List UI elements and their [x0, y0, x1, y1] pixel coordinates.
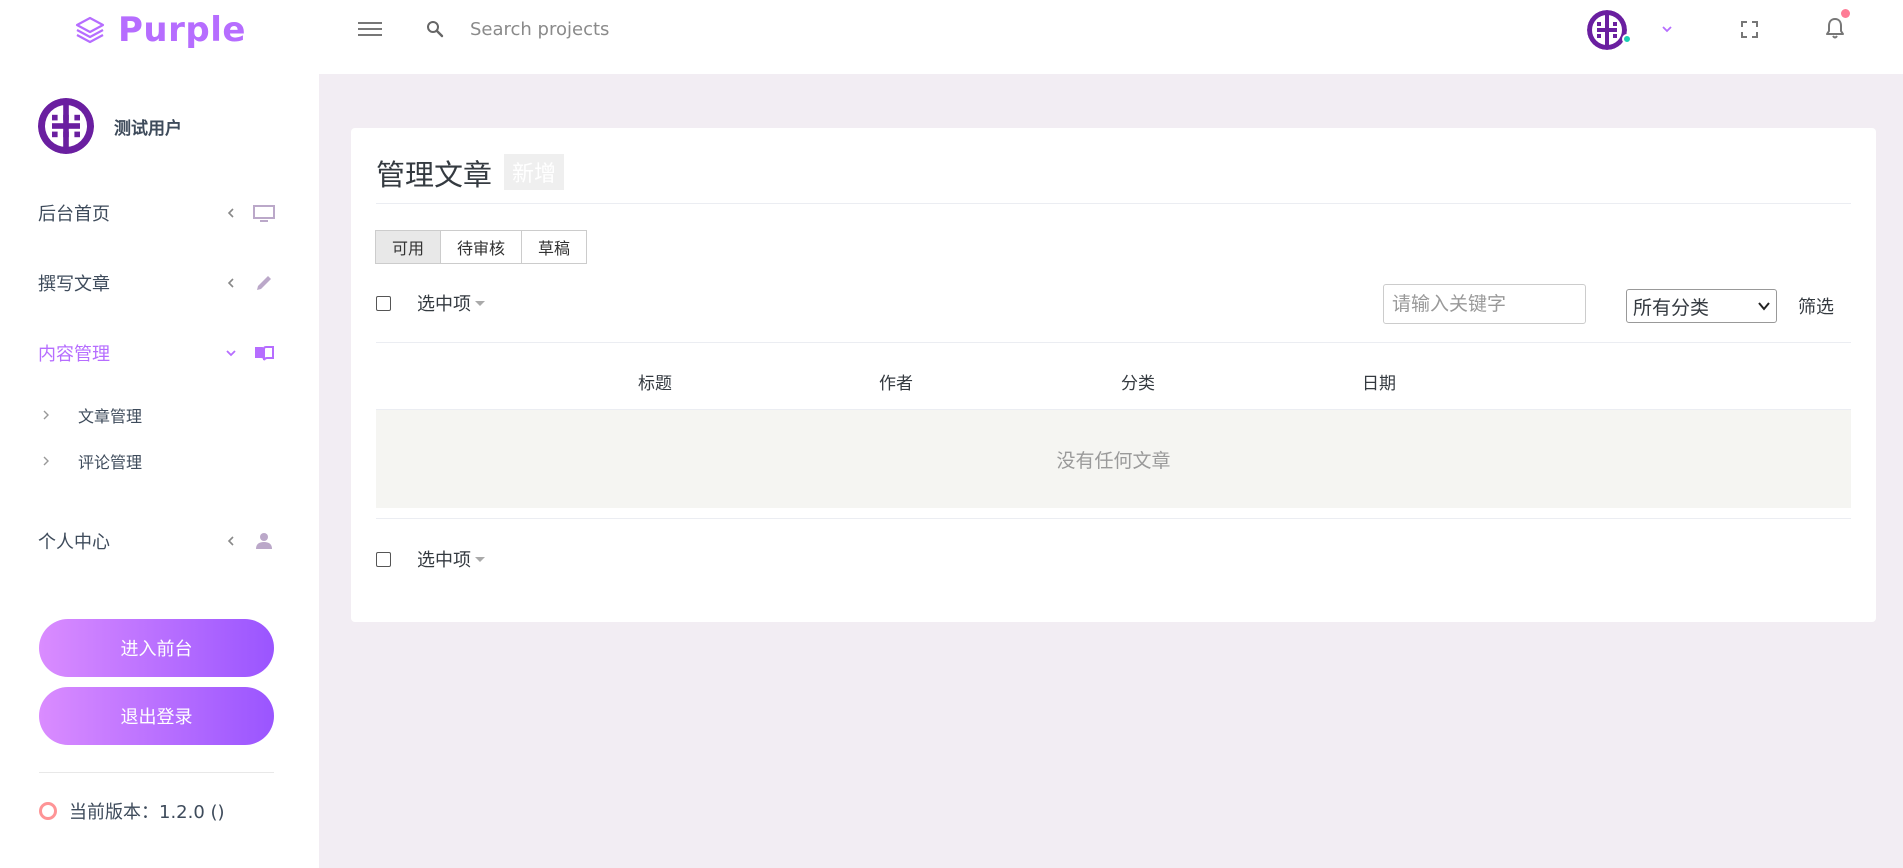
search-icon: [427, 21, 444, 38]
layers-icon: [75, 16, 105, 44]
category-select[interactable]: 所有分类: [1626, 289, 1777, 323]
tab-pending[interactable]: 待审核: [440, 230, 523, 264]
chevron-down-icon[interactable]: [1660, 22, 1674, 36]
bulk-actions-bottom: 选中项: [376, 546, 485, 572]
sidebar-subitem-label: 评论管理: [78, 453, 143, 472]
chevron-left-icon: [227, 536, 234, 546]
column-header-date[interactable]: 日期: [1362, 369, 1396, 394]
sidebar-subitem-comments[interactable]: 评论管理: [42, 449, 142, 473]
divider: [39, 772, 274, 773]
selected-items-dropdown[interactable]: 选中项: [417, 546, 485, 572]
sidebar-item-label: 个人中心: [38, 532, 110, 553]
keyword-input[interactable]: [1383, 284, 1586, 324]
sidebar-profile[interactable]: 测试用户: [38, 98, 182, 154]
notification-badge: [1841, 9, 1850, 18]
brand-logo[interactable]: Purple: [74, 10, 246, 50]
tab-draft[interactable]: 草稿: [521, 230, 588, 264]
selected-items-label: 选中项: [417, 294, 471, 315]
sidebar-item-dashboard[interactable]: 后台首页: [38, 198, 275, 228]
version-text: 当前版本：1.2.0 (): [69, 802, 225, 823]
column-header-author[interactable]: 作者: [879, 369, 913, 394]
logout-button[interactable]: 退出登录: [39, 687, 274, 745]
divider: [376, 518, 1851, 519]
bell-icon[interactable]: [1825, 17, 1845, 39]
brand-name: Purple: [118, 10, 246, 50]
select-all-checkbox[interactable]: [376, 295, 391, 311]
sidebar-subitem-articles[interactable]: 文章管理: [42, 403, 142, 427]
sidebar-item-label: 后台首页: [38, 204, 110, 225]
enter-frontend-button[interactable]: 进入前台: [39, 619, 274, 677]
pencil-icon: [257, 276, 271, 290]
sidebar-subitem-label: 文章管理: [78, 407, 143, 426]
sidebar-item-write[interactable]: 撰写文章: [38, 268, 275, 298]
filter-button[interactable]: 筛选: [1798, 293, 1834, 319]
chevron-left-icon: [227, 208, 234, 218]
online-status-dot: [1622, 34, 1632, 44]
menu-icon[interactable]: [358, 19, 382, 39]
sidebar-item-label: 内容管理: [38, 344, 110, 365]
select-all-checkbox[interactable]: [376, 551, 391, 567]
tab-available[interactable]: 可用: [375, 230, 442, 264]
status-ring-icon: [39, 802, 57, 820]
selected-items-dropdown[interactable]: 选中项: [417, 290, 485, 316]
articles-card: 管理文章 新增 可用 待审核 草稿 选中项 所有分类 筛选 标题 作者 分类 日…: [351, 128, 1876, 622]
empty-state-row: 没有任何文章: [376, 409, 1851, 508]
avatar[interactable]: [1587, 10, 1627, 50]
page-title: 管理文章: [376, 158, 493, 192]
search-input[interactable]: [470, 14, 770, 44]
chevron-right-icon: [43, 410, 49, 420]
category-selected-value: 所有分类: [1633, 296, 1710, 319]
top-navbar: Purple: [0, 0, 1903, 74]
chevron-down-icon: [226, 350, 236, 357]
fullscreen-icon[interactable]: [1741, 21, 1758, 38]
monitor-icon: [253, 205, 275, 222]
sidebar: 测试用户 后台首页 撰写文章 内容管理 文章管理 评论管理 个人中心 进入前台 …: [0, 74, 319, 868]
divider: [376, 203, 1851, 204]
caret-down-icon: [475, 300, 485, 306]
profile-name: 测试用户: [114, 118, 182, 139]
sidebar-item-label: 撰写文章: [38, 274, 110, 295]
sidebar-item-content[interactable]: 内容管理: [38, 338, 275, 368]
avatar: [38, 98, 94, 154]
selected-items-label: 选中项: [417, 550, 471, 571]
chevron-left-icon: [227, 278, 234, 288]
column-header-category[interactable]: 分类: [1121, 369, 1155, 394]
bulk-actions-top: 选中项: [376, 290, 485, 316]
user-icon: [256, 533, 272, 549]
sidebar-item-profile[interactable]: 个人中心: [38, 526, 275, 556]
column-header-title[interactable]: 标题: [638, 369, 672, 394]
status-tabs: 可用 待审核 草稿: [375, 230, 588, 264]
chevron-down-icon: [1758, 302, 1770, 311]
empty-message: 没有任何文章: [1056, 449, 1171, 472]
chevron-right-icon: [43, 456, 49, 466]
caret-down-icon: [475, 556, 485, 562]
new-article-button[interactable]: 新增: [504, 154, 565, 190]
version-info: 当前版本：1.2.0 (): [39, 798, 225, 824]
divider: [376, 342, 1851, 343]
table-header: 标题 作者 分类 日期: [376, 369, 1851, 399]
book-icon: [255, 346, 274, 361]
